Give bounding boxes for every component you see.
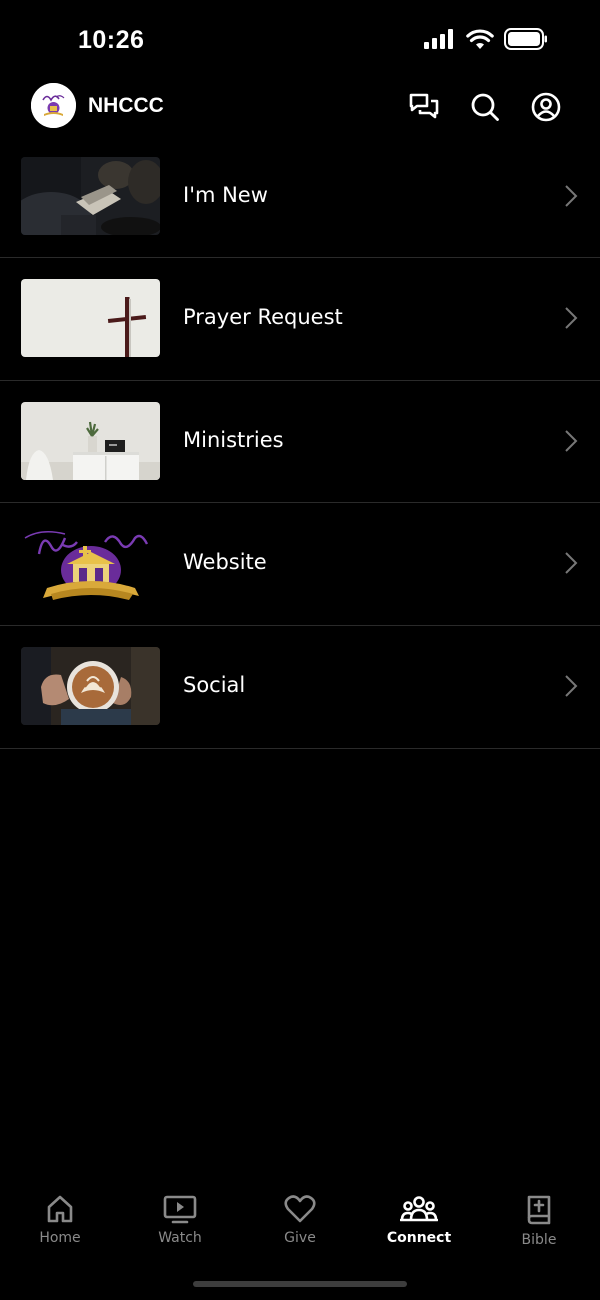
status-time: 10:26 <box>78 26 145 54</box>
bottom-tab-bar: Home Watch Give Connect Bible <box>0 1180 600 1270</box>
list-item-label: Ministries <box>183 428 284 452</box>
list-item-label: Website <box>183 550 267 574</box>
app-header: NHCCC <box>0 82 600 132</box>
cross-thumbnail <box>21 279 160 357</box>
tab-home[interactable]: Home <box>0 1180 120 1260</box>
chevron-right-icon <box>565 552 578 574</box>
tab-connect[interactable]: Connect <box>359 1180 479 1260</box>
battery-icon <box>504 28 547 50</box>
room-plant-thumbnail <box>21 402 160 480</box>
chevron-right-icon <box>565 675 578 697</box>
home-indicator[interactable] <box>193 1281 407 1287</box>
list-item-website[interactable]: Website <box>0 503 600 626</box>
tab-label: Watch <box>158 1230 202 1246</box>
tab-label: Bible <box>521 1232 557 1248</box>
list-item-prayer-request[interactable]: Prayer Request <box>0 258 600 381</box>
messages-button[interactable] <box>407 90 441 124</box>
tab-give[interactable]: Give <box>240 1180 360 1260</box>
app-title: NHCCC <box>88 94 164 117</box>
chevron-right-icon <box>565 185 578 207</box>
tab-bible[interactable]: Bible <box>479 1180 599 1260</box>
new-hope-logo-thumbnail <box>21 524 160 602</box>
list-item-label: Social <box>183 673 246 697</box>
tab-label: Give <box>284 1230 316 1246</box>
heart-icon <box>284 1195 316 1223</box>
list-item-ministries[interactable]: Ministries <box>0 381 600 503</box>
wifi-icon <box>466 28 494 49</box>
status-icons <box>424 28 548 50</box>
tab-label: Home <box>39 1230 81 1246</box>
profile-button[interactable] <box>529 90 563 124</box>
church-logo[interactable] <box>31 83 76 128</box>
chat-bubbles-icon <box>409 93 439 119</box>
list-item-im-new[interactable]: I'm New <box>0 136 600 258</box>
search-icon <box>471 93 499 121</box>
chevron-right-icon <box>565 307 578 329</box>
tab-label: Connect <box>386 1230 452 1246</box>
connect-list: I'm New Prayer Request Ministries Websit… <box>0 136 600 749</box>
home-icon <box>47 1195 73 1223</box>
status-bar: 10:26 <box>0 0 600 82</box>
tab-watch[interactable]: Watch <box>120 1180 240 1260</box>
cellular-signal-icon <box>424 29 453 49</box>
list-item-social[interactable]: Social <box>0 626 600 749</box>
people-sitting-thumbnail <box>21 157 160 235</box>
list-item-label: Prayer Request <box>183 305 343 329</box>
coffee-cup-thumbnail <box>21 647 160 725</box>
chevron-right-icon <box>565 430 578 452</box>
people-icon <box>400 1196 438 1222</box>
connect-screen: 10:26 NHCCC I'm New Prayer Request Minis… <box>0 0 600 1300</box>
tv-play-icon <box>163 1195 197 1224</box>
book-cross-icon <box>527 1195 551 1225</box>
search-button[interactable] <box>468 90 502 124</box>
user-circle-icon <box>531 92 561 122</box>
list-item-label: I'm New <box>183 183 268 207</box>
